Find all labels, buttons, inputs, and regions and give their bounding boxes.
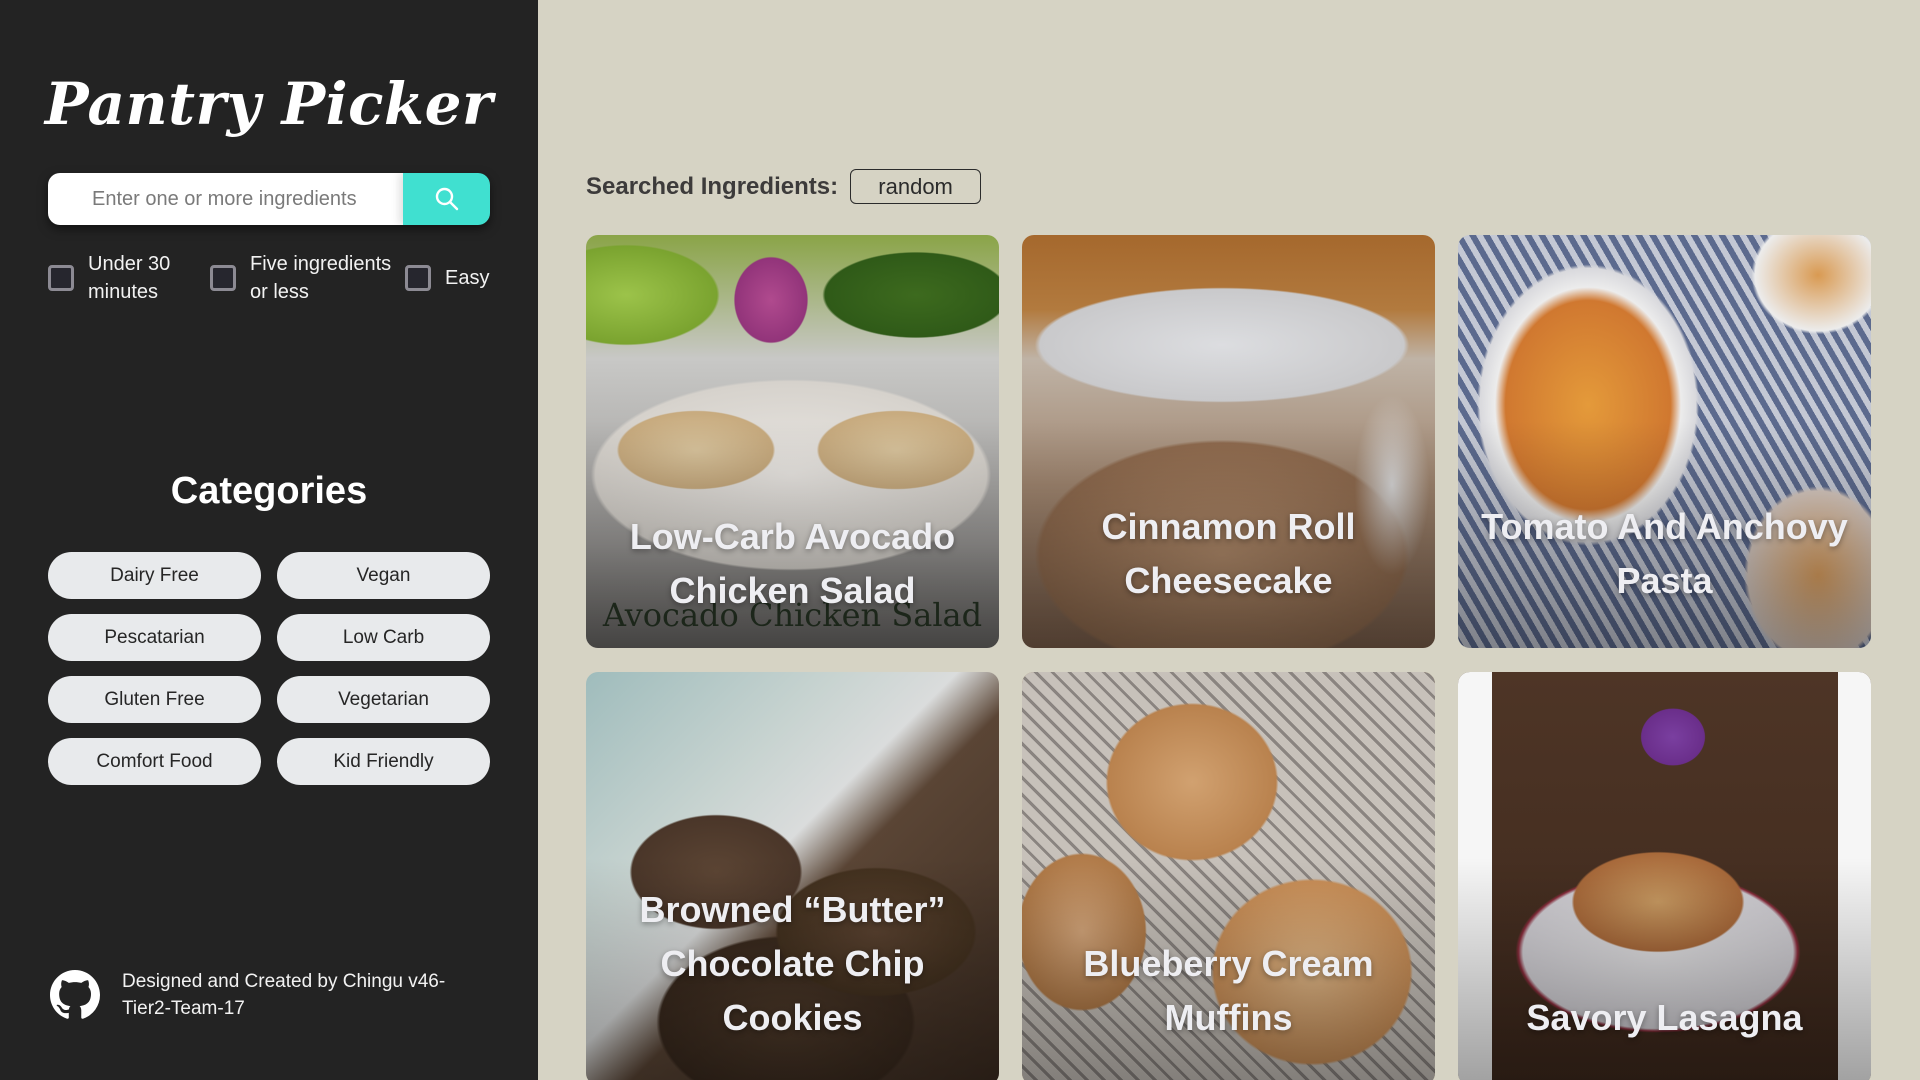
recipe-grid: Avocado Chicken Salad Low-Carb Avocado C… (586, 235, 1871, 1080)
github-icon[interactable] (50, 970, 100, 1020)
search-icon (435, 187, 458, 211)
category-gluten-free[interactable]: Gluten Free (48, 676, 261, 723)
filter-five-ingredients[interactable]: Five ingredients or less (210, 250, 405, 306)
checkbox[interactable] (48, 265, 74, 291)
searched-ingredients-label: Searched Ingredients: (586, 172, 839, 200)
category-vegetarian[interactable]: Vegetarian (277, 676, 490, 723)
category-vegan[interactable]: Vegan (277, 552, 490, 599)
filter-under-30-minutes[interactable]: Under 30 minutes (48, 250, 210, 306)
recipe-card[interactable]: Blueberry Cream Muffins (1022, 672, 1435, 1080)
category-low-carb[interactable]: Low Carb (277, 614, 490, 661)
recipe-card[interactable]: Savory Lasagna (1458, 672, 1871, 1080)
categories-heading: Categories (170, 470, 368, 512)
ingredient-tag[interactable]: random (850, 169, 982, 204)
recipe-title: Low-Carb Avocado Chicken Salad (629, 516, 956, 611)
category-list: Dairy Free Vegan Pescatarian Low Carb Gl… (48, 552, 490, 785)
recipe-title: Cinnamon Roll Cheesecake (1101, 506, 1356, 601)
checkbox[interactable] (405, 265, 431, 291)
category-pescatarian[interactable]: Pescatarian (48, 614, 261, 661)
category-dairy-free[interactable]: Dairy Free (48, 552, 261, 599)
app-logo: Pantry Picker (44, 70, 494, 138)
recipe-title: Tomato And Anchovy Pasta (1481, 506, 1848, 601)
recipe-title: Blueberry Cream Muffins (1083, 943, 1374, 1038)
recipe-card[interactable]: Browned “Butter” Chocolate Chip Cookies (586, 672, 999, 1080)
category-kid-friendly[interactable]: Kid Friendly (277, 738, 490, 785)
searched-ingredients: Searched Ingredients: random (586, 169, 982, 204)
recipe-title: Browned “Butter” Chocolate Chip Cookies (639, 889, 946, 1038)
category-comfort-food[interactable]: Comfort Food (48, 738, 261, 785)
filter-label: Five ingredients or less (250, 253, 392, 303)
sidebar: Pantry Picker Under 30 minutes Five ingr… (0, 0, 538, 1080)
checkbox[interactable] (210, 265, 236, 291)
ingredient-search-input[interactable] (48, 173, 403, 225)
search-bar (48, 173, 490, 225)
recipe-card[interactable]: Cinnamon Roll Cheesecake (1022, 235, 1435, 648)
footer-credit: Designed and Created by Chingu v46-Tier2… (122, 971, 446, 1019)
filter-easy[interactable]: Easy (405, 264, 489, 292)
filter-options: Under 30 minutes Five ingredients or les… (48, 250, 490, 306)
footer: Designed and Created by Chingu v46-Tier2… (50, 968, 492, 1022)
recipe-card[interactable]: Tomato And Anchovy Pasta (1458, 235, 1871, 648)
search-button[interactable] (403, 173, 490, 225)
recipe-title: Savory Lasagna (1526, 997, 1803, 1038)
filter-label: Easy (445, 267, 490, 289)
filter-label: Under 30 minutes (88, 253, 171, 303)
recipe-card[interactable]: Avocado Chicken Salad Low-Carb Avocado C… (586, 235, 999, 648)
